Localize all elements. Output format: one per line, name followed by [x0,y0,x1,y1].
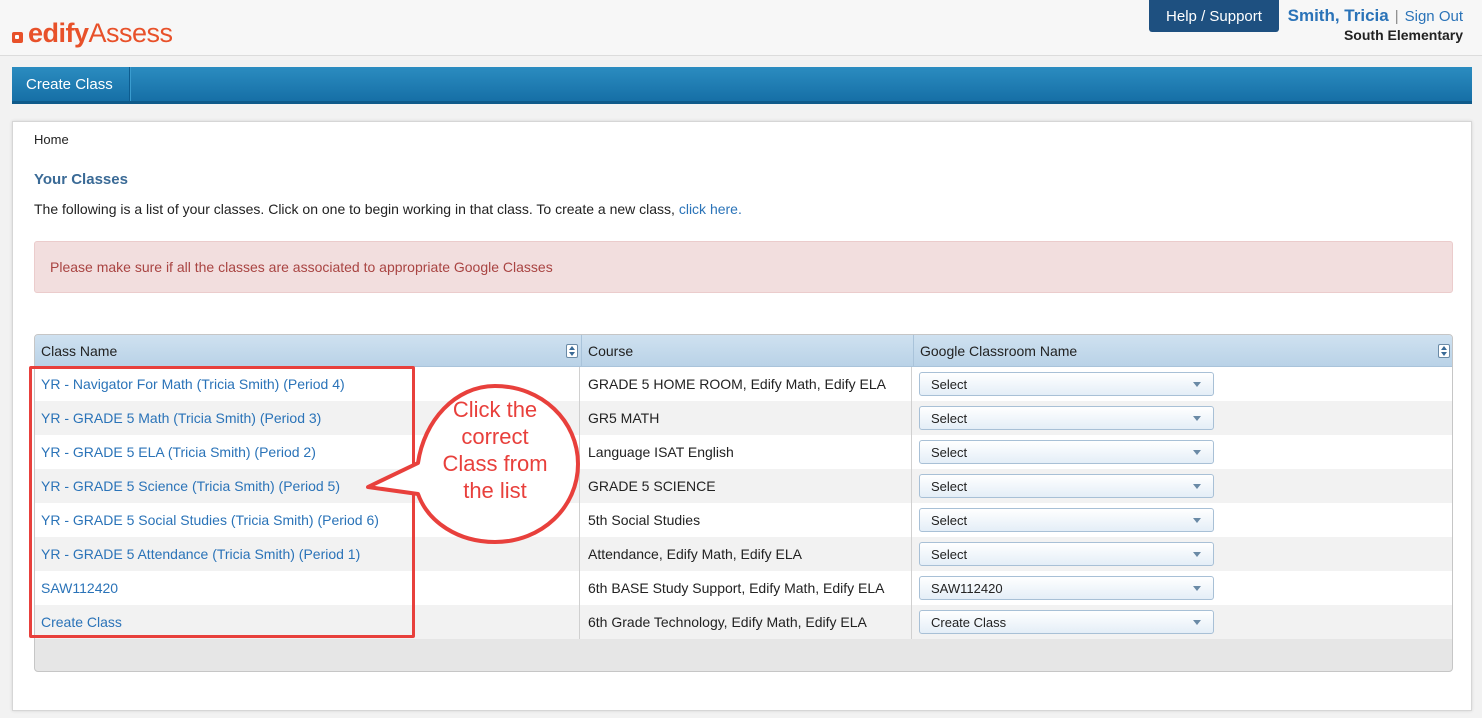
content-panel: Home Your Classes The following is a lis… [12,121,1472,711]
class-link[interactable]: YR - GRADE 5 Social Studies (Tricia Smit… [41,512,379,528]
column-label: Google Classroom Name [920,343,1078,359]
select-value: Select [931,376,968,392]
sort-icon[interactable] [1438,344,1450,358]
column-header-class-name[interactable]: Class Name [35,335,581,367]
chevron-down-icon [1193,416,1201,421]
google-classroom-select[interactable]: SAW112420 [919,576,1214,600]
table-row: YR - Navigator For Math (Tricia Smith) (… [35,367,1452,401]
class-link[interactable]: YR - GRADE 5 Attendance (Tricia Smith) (… [41,546,360,562]
table-row: YR - GRADE 5 ELA (Tricia Smith) (Period … [35,435,1452,469]
column-header-google-classroom[interactable]: Google Classroom Name [913,335,1452,367]
separator: | [1394,8,1399,25]
intro-text: The following is a list of your classes.… [34,201,742,217]
table-row: YR - GRADE 5 Attendance (Tricia Smith) (… [35,537,1452,571]
chevron-down-icon [1193,484,1201,489]
google-classroom-select[interactable]: Select [919,372,1214,396]
top-header: edify Assess Help / Support Smith, Tricia… [0,0,1482,56]
select-value: SAW112420 [931,580,1003,596]
column-label: Class Name [41,343,118,359]
main-nav-bar: Create Class [12,67,1472,104]
google-classroom-select[interactable]: Select [919,440,1214,464]
callout-line: Click the [452,397,538,422]
edify-assess-logo[interactable]: edify Assess [12,18,173,48]
chevron-down-icon [1193,552,1201,557]
class-link[interactable]: YR - Navigator For Math (Tricia Smith) (… [41,376,345,392]
class-link[interactable]: Create Class [41,614,122,630]
course-cell: Language ISAT English [581,435,912,469]
callout-line: the list [463,478,527,503]
course-cell: Attendance, Edify Math, Edify ELA [581,537,912,571]
google-classes-alert: Please make sure if all the classes are … [34,241,1453,293]
user-info: Smith, Tricia | Sign Out South Elementar… [1288,6,1463,43]
sign-out-link[interactable]: Sign Out [1405,8,1463,25]
table-row: SAW112420 6th BASE Study Support, Edify … [35,571,1452,605]
logo-mark-icon [12,32,23,43]
chevron-down-icon [1193,518,1201,523]
create-class-link[interactable]: click here. [679,201,742,217]
table-row: YR - GRADE 5 Social Studies (Tricia Smit… [35,503,1452,537]
column-label: Course [588,343,634,359]
course-cell: GRADE 5 HOME ROOM, Edify Math, Edify ELA [581,367,912,401]
google-classroom-select[interactable]: Select [919,474,1214,498]
column-header-course[interactable]: Course [581,335,913,367]
callout-text: Click the correct Class from the list [420,396,570,504]
classes-table: Class Name Course Google Classroom Name … [34,334,1453,672]
select-value: Select [931,410,968,426]
select-value: Select [931,444,968,460]
select-value: Select [931,512,968,528]
table-header: Class Name Course Google Classroom Name [35,335,1452,367]
course-cell: GR5 MATH [581,401,912,435]
table-row: YR - GRADE 5 Math (Tricia Smith) (Period… [35,401,1452,435]
course-cell: GRADE 5 SCIENCE [581,469,912,503]
course-cell: 6th BASE Study Support, Edify Math, Edif… [581,571,912,605]
nav-create-class[interactable]: Create Class [12,67,130,101]
chevron-down-icon [1193,620,1201,625]
course-cell: 6th Grade Technology, Edify Math, Edify … [581,605,912,639]
select-value: Create Class [931,614,1007,630]
user-name[interactable]: Smith, Tricia [1288,6,1389,26]
select-value: Select [931,478,968,494]
logo-text-bold: edify [28,18,89,48]
school-name: South Elementary [1343,27,1463,43]
course-cell: 5th Social Studies [581,503,912,537]
select-value: Select [931,546,968,562]
google-classroom-select[interactable]: Create Class [919,610,1214,634]
page-title: Your Classes [34,171,128,188]
logo-text-light: Assess [88,18,174,48]
table-row: Create Class 6th Grade Technology, Edify… [35,605,1452,639]
chevron-down-icon [1193,450,1201,455]
google-classroom-select[interactable]: Select [919,508,1214,532]
help-support-button[interactable]: Help / Support [1149,0,1279,32]
class-link[interactable]: SAW112420 [41,580,118,596]
class-link[interactable]: YR - GRADE 5 ELA (Tricia Smith) (Period … [41,444,316,460]
class-link[interactable]: YR - GRADE 5 Science (Tricia Smith) (Per… [41,478,340,494]
class-link[interactable]: YR - GRADE 5 Math (Tricia Smith) (Period… [41,410,321,426]
chevron-down-icon [1193,586,1201,591]
sort-icon[interactable] [566,344,578,358]
table-row: YR - GRADE 5 Science (Tricia Smith) (Per… [35,469,1452,503]
callout-line: Class from [442,451,548,476]
callout-line: correct [461,424,529,449]
google-classroom-select[interactable]: Select [919,406,1214,430]
intro-text-body: The following is a list of your classes.… [34,201,679,217]
table-body: YR - Navigator For Math (Tricia Smith) (… [35,367,1452,639]
breadcrumb[interactable]: Home [34,132,69,147]
chevron-down-icon [1193,382,1201,387]
google-classroom-select[interactable]: Select [919,542,1214,566]
